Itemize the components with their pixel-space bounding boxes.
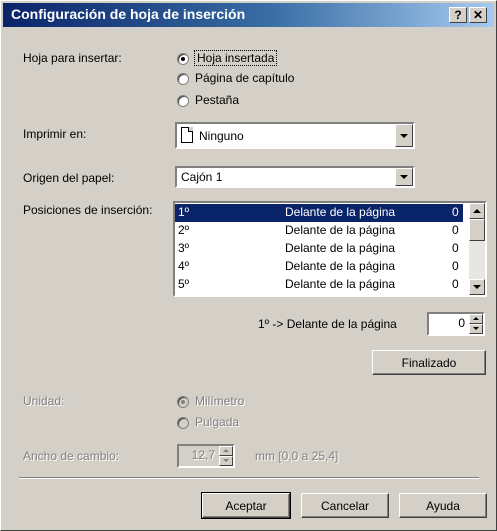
print-on-label: Imprimir en: [23, 127, 87, 141]
chevron-up-icon [223, 449, 229, 452]
radio-inserted-sheet-label: Hoja insertada [193, 50, 278, 66]
cancel-button[interactable]: Cancelar [301, 493, 389, 518]
paper-source-value: Cajón 1 [181, 170, 223, 184]
list-item[interactable]: 2º Delante de la página 0 [175, 222, 463, 240]
radio-selected-icon [177, 53, 189, 65]
row-position: Delante de la página [285, 223, 396, 237]
row-index: 4º [178, 259, 190, 273]
shift-width-value: 12,7 [191, 448, 215, 462]
help-button[interactable]: ? [449, 7, 467, 23]
shift-width-label: Ancho de cambio: [23, 449, 120, 463]
chevron-down-icon [400, 133, 408, 138]
row-index: 3º [178, 241, 190, 255]
chevron-down-icon [400, 175, 408, 179]
sheet-type-label: Hoja para insertar: [23, 51, 122, 65]
ok-button[interactable]: Aceptar [201, 492, 291, 519]
page-spinner[interactable]: 0 [427, 312, 485, 336]
window-title: Configuración de hoja de inserción [11, 6, 246, 22]
dropdown-button[interactable] [395, 124, 413, 147]
list-item[interactable]: 3º Delante de la página 0 [175, 240, 463, 258]
page-spinner-value: 0 [458, 316, 465, 330]
row-position: Delante de la página [285, 241, 396, 255]
help-footer-button[interactable]: Ayuda [399, 493, 487, 518]
row-position: Delante de la página [285, 259, 396, 273]
current-position-label: 1º -> Delante de la página [258, 317, 397, 331]
radio-millimeter-label: Milímetro [195, 394, 245, 408]
spin-up-button[interactable] [219, 446, 233, 456]
scroll-down-button[interactable] [469, 279, 485, 295]
row-position: Delante de la página [285, 277, 396, 291]
radio-inch-label: Pulgada [195, 415, 240, 429]
insert-sheet-dialog: Configuración de hoja de inserción ? ✕ H… [0, 0, 497, 531]
dropdown-button[interactable] [395, 168, 413, 186]
radio-chapter-page-label: Página de capítulo [195, 71, 295, 85]
close-icon: ✕ [472, 8, 484, 22]
title-bar[interactable]: Configuración de hoja de inserción ? ✕ [3, 3, 494, 27]
paper-source-label: Origen del papel: [23, 171, 115, 185]
divider [19, 477, 479, 479]
insert-positions-label: Posiciones de inserción: [23, 203, 153, 217]
spin-down-button[interactable] [219, 456, 233, 466]
radio-tab-label: Pestaña [195, 93, 240, 107]
finalize-button[interactable]: Finalizado [372, 350, 486, 375]
chevron-up-icon [473, 317, 479, 320]
row-index: 2º [178, 223, 190, 237]
print-on-select[interactable]: Ninguno [175, 122, 415, 149]
paper-source-select[interactable]: Cajón 1 [175, 166, 415, 188]
list-item[interactable]: 5º Delante de la página 0 [175, 276, 463, 294]
scroll-thumb[interactable] [469, 219, 485, 241]
current-position-text: Delante de la página [286, 317, 397, 331]
row-index: 1º [178, 205, 190, 219]
shift-width-range: mm [0,0 a 25,4] [255, 449, 339, 463]
radio-selected-icon [177, 396, 189, 408]
row-position: Delante de la página [285, 205, 396, 219]
radio-unselected-icon [177, 417, 189, 429]
print-on-value: Ninguno [199, 129, 244, 143]
row-page: 0 [452, 223, 459, 237]
chevron-up-icon [473, 209, 481, 213]
row-page: 0 [452, 241, 459, 255]
insert-positions-list[interactable]: 1º Delante de la página 0 2º Delante de … [173, 201, 487, 297]
row-index: 5º [178, 277, 190, 291]
chevron-down-icon [473, 285, 481, 289]
list-item[interactable]: 1º Delante de la página 0 [175, 204, 463, 222]
vertical-scrollbar[interactable] [469, 203, 485, 295]
radio-unselected-icon [177, 73, 189, 85]
current-position-prefix: 1º -> [258, 317, 287, 331]
blank-page-icon [181, 127, 193, 143]
scroll-up-button[interactable] [469, 203, 485, 219]
chevron-down-icon [223, 459, 229, 462]
shift-width-spinner[interactable]: 12,7 [177, 444, 235, 468]
spin-down-button[interactable] [469, 324, 483, 334]
unit-label: Unidad: [23, 394, 65, 408]
close-button[interactable]: ✕ [469, 7, 487, 23]
spin-up-button[interactable] [469, 314, 483, 324]
row-page: 0 [452, 205, 459, 219]
row-page: 0 [452, 277, 459, 291]
radio-unselected-icon [177, 95, 189, 107]
chevron-down-icon [473, 327, 479, 330]
list-item[interactable]: 4º Delante de la página 0 [175, 258, 463, 276]
row-page: 0 [452, 259, 459, 273]
